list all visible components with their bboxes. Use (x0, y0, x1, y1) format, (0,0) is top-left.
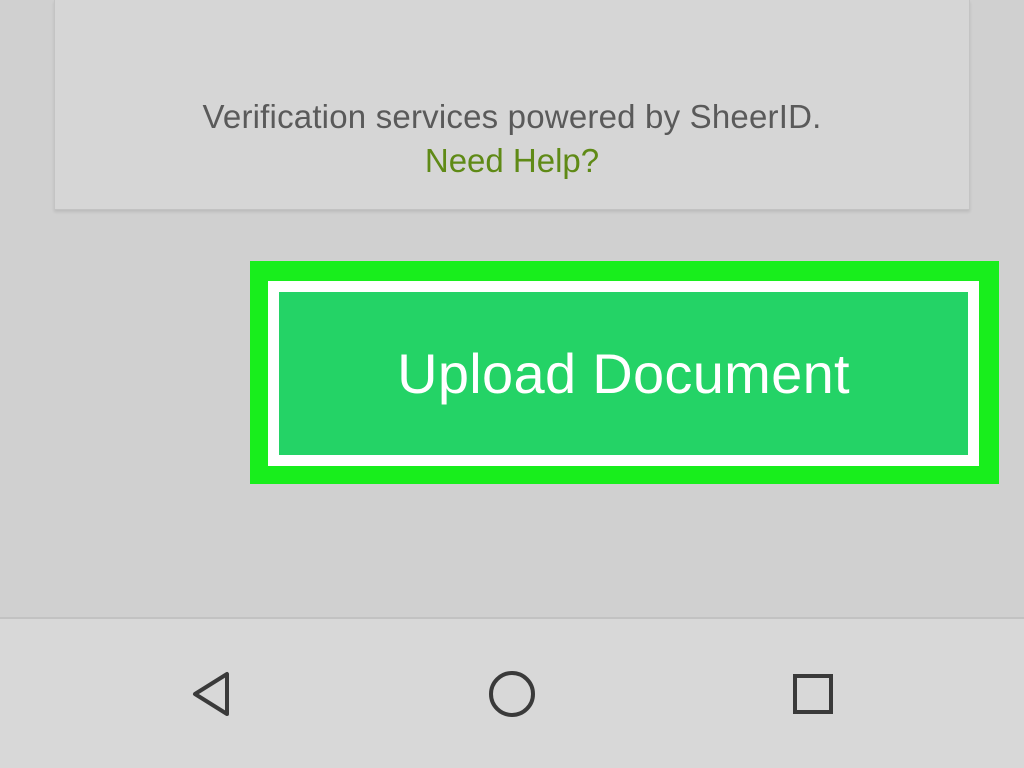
home-button[interactable] (477, 659, 547, 729)
back-icon (193, 672, 229, 716)
upload-document-label: Upload Document (397, 342, 850, 405)
upload-document-button[interactable]: Upload Document (279, 292, 968, 455)
back-button[interactable] (176, 659, 246, 729)
recent-apps-button[interactable] (778, 659, 848, 729)
help-link-row: Need Help? (55, 142, 969, 180)
home-icon (489, 671, 535, 717)
verification-card: Verification services powered by SheerID… (54, 0, 970, 210)
android-nav-bar (0, 617, 1024, 768)
powered-by-text: Verification services powered by SheerID… (202, 98, 822, 135)
screen: Verification services powered by SheerID… (0, 0, 1024, 768)
need-help-link[interactable]: Need Help? (425, 142, 599, 179)
recent-apps-icon (793, 674, 833, 714)
